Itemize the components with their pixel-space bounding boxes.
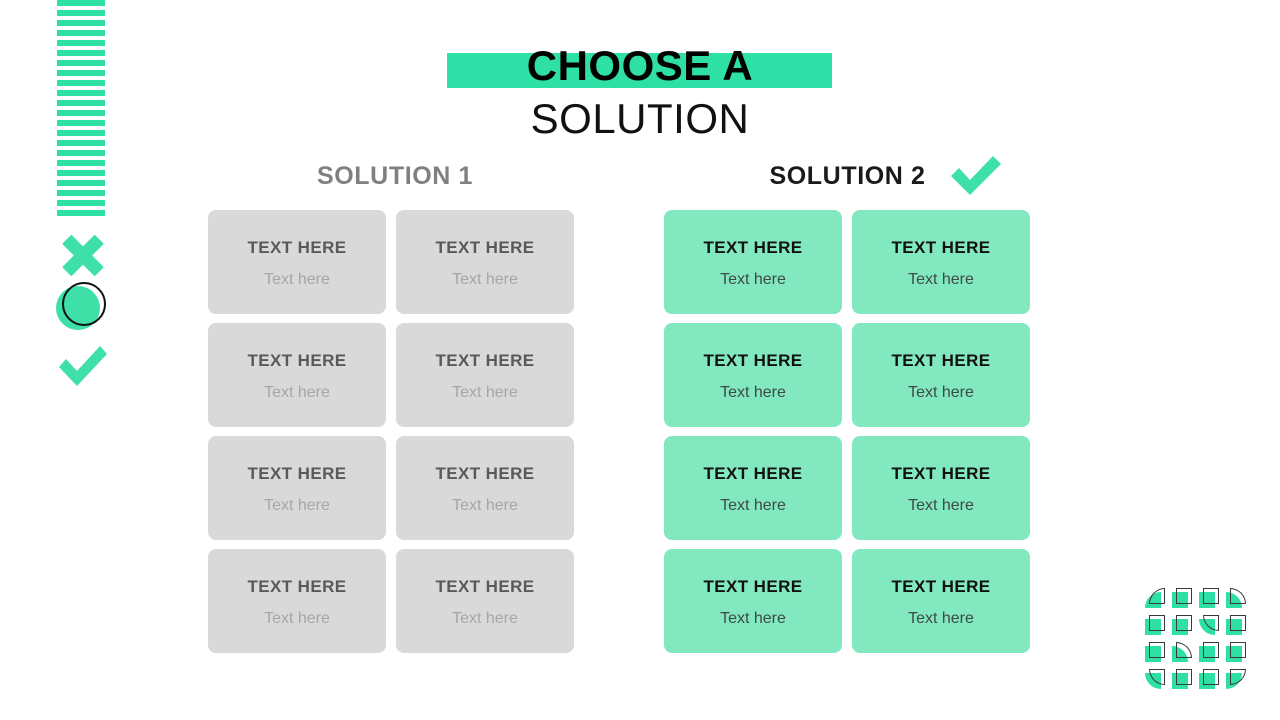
title-line-1: CHOOSE A [526, 42, 754, 89]
deco-cell [1199, 642, 1219, 662]
slide-canvas: CHOOSE A SOLUTION SOLUTION 1 SOLUTION 2 … [0, 0, 1280, 720]
card-title: TEXT HERE [703, 463, 803, 483]
card-subtitle: Text here [264, 609, 330, 627]
card-solution-2-8[interactable]: TEXT HERE Text here [852, 549, 1030, 653]
circle-icon [56, 282, 110, 334]
card-title: TEXT HERE [703, 576, 803, 596]
card-solution-1-7[interactable]: TEXT HERE Text here [208, 549, 386, 653]
title-line-2: SOLUTION [530, 95, 750, 142]
card-subtitle: Text here [908, 609, 974, 627]
card-title: TEXT HERE [703, 237, 803, 257]
check-icon-solution-2 [948, 155, 1004, 197]
card-subtitle: Text here [452, 496, 518, 514]
card-subtitle: Text here [264, 496, 330, 514]
card-title: TEXT HERE [247, 463, 347, 483]
card-solution-1-4[interactable]: TEXT HERE Text here [396, 323, 574, 427]
deco-cell [1199, 615, 1219, 635]
cross-icon [56, 228, 110, 282]
deco-cell [1172, 642, 1192, 662]
card-subtitle: Text here [264, 383, 330, 401]
deco-cell [1199, 588, 1219, 608]
card-subtitle: Text here [720, 270, 786, 288]
deco-cell [1172, 669, 1192, 689]
card-solution-2-6[interactable]: TEXT HERE Text here [852, 436, 1030, 540]
deco-cell [1172, 588, 1192, 608]
deco-cell [1226, 642, 1246, 662]
card-subtitle: Text here [720, 496, 786, 514]
card-solution-2-5[interactable]: TEXT HERE Text here [664, 436, 842, 540]
card-solution-1-5[interactable]: TEXT HERE Text here [208, 436, 386, 540]
card-solution-2-2[interactable]: TEXT HERE Text here [852, 210, 1030, 314]
card-subtitle: Text here [452, 383, 518, 401]
card-title: TEXT HERE [247, 576, 347, 596]
column-heading-solution-1: SOLUTION 1 [316, 162, 473, 190]
card-solution-2-7[interactable]: TEXT HERE Text here [664, 549, 842, 653]
card-title: TEXT HERE [435, 237, 535, 257]
deco-cell [1145, 615, 1165, 635]
card-subtitle: Text here [908, 270, 974, 288]
card-solution-2-3[interactable]: TEXT HERE Text here [664, 323, 842, 427]
circle-outline [62, 282, 106, 326]
card-title: TEXT HERE [435, 350, 535, 370]
square-dot-grid-icon [1145, 588, 1246, 689]
card-title: TEXT HERE [435, 463, 535, 483]
card-title: TEXT HERE [703, 350, 803, 370]
card-title: TEXT HERE [247, 350, 347, 370]
card-subtitle: Text here [908, 383, 974, 401]
deco-cell [1199, 669, 1219, 689]
card-subtitle: Text here [908, 496, 974, 514]
card-solution-1-2[interactable]: TEXT HERE Text here [396, 210, 574, 314]
card-subtitle: Text here [720, 609, 786, 627]
card-subtitle: Text here [720, 383, 786, 401]
card-title: TEXT HERE [891, 463, 991, 483]
card-title: TEXT HERE [435, 576, 535, 596]
deco-cell [1226, 615, 1246, 635]
deco-cell [1145, 588, 1165, 608]
card-solution-1-6[interactable]: TEXT HERE Text here [396, 436, 574, 540]
deco-cell [1226, 588, 1246, 608]
deco-cell [1145, 642, 1165, 662]
card-grid-solution-2: TEXT HERE Text here TEXT HERE Text here … [664, 210, 1030, 653]
card-title: TEXT HERE [891, 576, 991, 596]
card-solution-1-1[interactable]: TEXT HERE Text here [208, 210, 386, 314]
deco-cell [1226, 669, 1246, 689]
deco-cell [1172, 615, 1192, 635]
card-title: TEXT HERE [891, 237, 991, 257]
check-icon-left [56, 344, 110, 388]
card-subtitle: Text here [264, 270, 330, 288]
card-title: TEXT HERE [891, 350, 991, 370]
card-subtitle: Text here [452, 609, 518, 627]
card-solution-1-8[interactable]: TEXT HERE Text here [396, 549, 574, 653]
card-solution-1-3[interactable]: TEXT HERE Text here [208, 323, 386, 427]
page-title: CHOOSE A SOLUTION [340, 40, 940, 144]
horizontal-stripes-icon [57, 0, 105, 216]
card-grid-solution-1: TEXT HERE Text here TEXT HERE Text here … [208, 210, 574, 653]
card-solution-2-1[interactable]: TEXT HERE Text here [664, 210, 842, 314]
card-solution-2-4[interactable]: TEXT HERE Text here [852, 323, 1030, 427]
deco-cell [1145, 669, 1165, 689]
card-subtitle: Text here [452, 270, 518, 288]
card-title: TEXT HERE [247, 237, 347, 257]
